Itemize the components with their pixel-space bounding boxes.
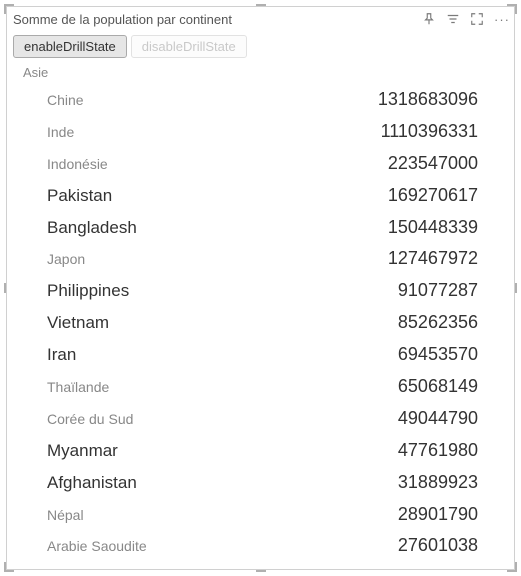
disable-drill-state-button: disableDrillState <box>131 35 247 58</box>
population-value: 47761980 <box>306 437 506 465</box>
population-value: 169270617 <box>306 182 506 210</box>
country-name: Irak <box>7 568 306 569</box>
population-value: 49044790 <box>306 405 506 433</box>
focus-mode-icon[interactable] <box>470 12 484 26</box>
filter-icon[interactable] <box>446 12 460 26</box>
visual-frame: Somme de la population par continent ···… <box>6 6 515 570</box>
resize-handle[interactable] <box>256 570 266 572</box>
country-name: Afghanistan <box>7 470 306 496</box>
more-options-icon[interactable]: ··· <box>494 12 510 27</box>
country-name: Myanmar <box>7 438 306 464</box>
table-row[interactable]: Népal28901790 <box>7 499 506 531</box>
header-icons: ··· <box>422 12 510 27</box>
data-scroll-area[interactable]: Asie Chine1318683096Inde1110396331Indoné… <box>7 63 514 569</box>
table-row[interactable]: Pakistan169270617 <box>7 180 506 212</box>
pin-icon[interactable] <box>422 12 436 26</box>
visual-title: Somme de la population par continent <box>13 12 422 27</box>
population-value: 31889923 <box>306 469 506 497</box>
country-name: Pakistan <box>7 183 306 209</box>
table-row[interactable]: Bangladesh150448339 <box>7 212 506 244</box>
population-value: 1110396331 <box>306 118 506 146</box>
country-name: Corée du Sud <box>7 409 306 431</box>
table-row[interactable]: Corée du Sud49044790 <box>7 403 506 435</box>
population-value: 69453570 <box>306 341 506 369</box>
table-row[interactable]: Philippines91077287 <box>7 275 506 307</box>
population-value: 27499638 <box>306 564 506 569</box>
population-value: 27601038 <box>306 532 506 560</box>
table-row[interactable]: Japon127467972 <box>7 243 506 275</box>
resize-handle[interactable] <box>515 4 517 14</box>
table-row[interactable]: Arabie Saoudite27601038 <box>7 530 506 562</box>
population-value: 127467972 <box>306 245 506 273</box>
country-name: Thaïlande <box>7 377 306 399</box>
table-row[interactable]: Afghanistan31889923 <box>7 467 506 499</box>
country-name: Vietnam <box>7 310 306 336</box>
country-name: Népal <box>7 505 306 527</box>
country-name: Chine <box>7 90 306 112</box>
table-row[interactable]: Irak27499638 <box>7 562 506 569</box>
population-value: 28901790 <box>306 501 506 529</box>
country-name: Japon <box>7 249 306 271</box>
table-row[interactable]: Vietnam85262356 <box>7 307 506 339</box>
enable-drill-state-button[interactable]: enableDrillState <box>13 35 127 58</box>
visual-header: Somme de la population par continent ··· <box>7 7 514 31</box>
country-name: Inde <box>7 122 306 144</box>
continent-label: Asie <box>7 63 506 84</box>
country-name: Bangladesh <box>7 215 306 241</box>
country-name: Iran <box>7 342 306 368</box>
population-value: 150448339 <box>306 214 506 242</box>
country-name: Arabie Saoudite <box>7 536 306 558</box>
table-row[interactable]: Chine1318683096 <box>7 84 506 116</box>
population-value: 65068149 <box>306 373 506 401</box>
drill-state-buttons: enableDrillState disableDrillState <box>7 31 514 64</box>
table-row[interactable]: Myanmar47761980 <box>7 435 506 467</box>
table-row[interactable]: Inde1110396331 <box>7 116 506 148</box>
table-row[interactable]: Indonésie223547000 <box>7 148 506 180</box>
table-row[interactable]: Thaïlande65068149 <box>7 371 506 403</box>
resize-handle[interactable] <box>515 562 517 572</box>
population-value: 1318683096 <box>306 86 506 114</box>
country-name: Philippines <box>7 278 306 304</box>
population-value: 223547000 <box>306 150 506 178</box>
population-value: 91077287 <box>306 277 506 305</box>
resize-handle[interactable] <box>515 283 517 293</box>
population-value: 85262356 <box>306 309 506 337</box>
table-row[interactable]: Iran69453570 <box>7 339 506 371</box>
country-name: Indonésie <box>7 154 306 176</box>
data-rows: Chine1318683096Inde1110396331Indonésie22… <box>7 84 506 569</box>
